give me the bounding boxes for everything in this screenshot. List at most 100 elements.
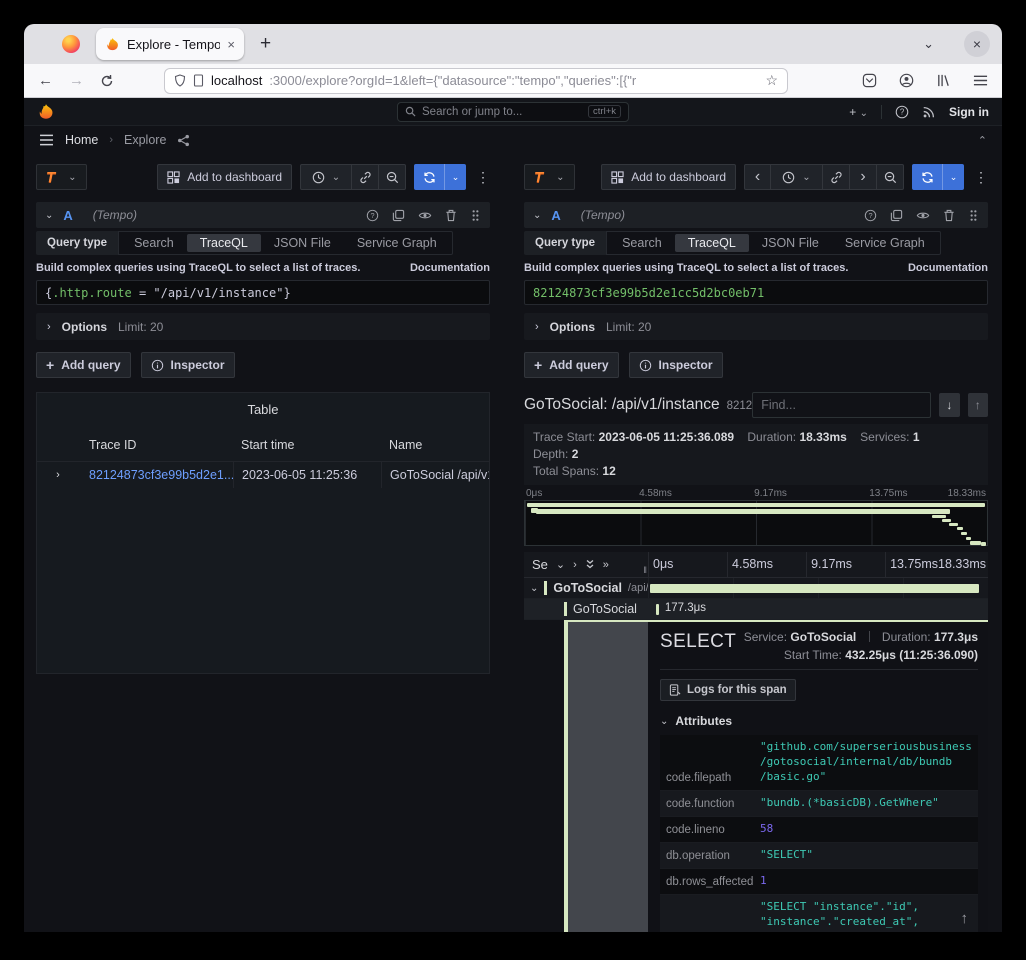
- inspector-button[interactable]: Inspector: [141, 352, 235, 378]
- traceql-query-input[interactable]: 82124873cf3e99b5d2e1cc5d2bc0eb71: [524, 280, 988, 305]
- breadcrumb-home[interactable]: Home: [65, 133, 98, 147]
- span-duration-bar[interactable]: [656, 604, 659, 615]
- column-header-trace-id[interactable]: Trace ID: [89, 438, 233, 452]
- expand-row-icon[interactable]: ›: [56, 469, 60, 481]
- datasource-picker[interactable]: T ⌄: [36, 164, 87, 190]
- trace-minimap[interactable]: [524, 500, 988, 546]
- query-row-header[interactable]: ⌄ A (Tempo) ?: [36, 202, 490, 228]
- news-rss-icon[interactable]: [922, 105, 936, 119]
- table-row[interactable]: › 82124873cf3e99b5d2e1... 2023-06-05 11:…: [37, 461, 489, 488]
- kebab-menu-icon[interactable]: ⋮: [974, 169, 988, 186]
- sign-in-button[interactable]: Sign in: [949, 105, 989, 119]
- account-icon[interactable]: [899, 73, 914, 88]
- tab-close-icon[interactable]: ×: [227, 37, 235, 52]
- time-shift-forward-button[interactable]: ›: [850, 164, 877, 190]
- run-query-dropdown[interactable]: ⌄: [444, 164, 466, 190]
- window-close-button[interactable]: ×: [964, 31, 990, 57]
- tab-json-file[interactable]: JSON File: [261, 234, 344, 252]
- remove-query-trash-icon[interactable]: [943, 209, 955, 222]
- column-header-name[interactable]: Name: [381, 438, 489, 452]
- tab-json-file[interactable]: JSON File: [749, 234, 832, 252]
- find-input[interactable]: [752, 392, 931, 418]
- zoom-out-button[interactable]: [379, 164, 406, 190]
- duplicate-query-icon[interactable]: [890, 209, 903, 222]
- help-icon[interactable]: ?: [895, 105, 909, 119]
- find-next-button[interactable]: ↓: [939, 393, 959, 417]
- mega-menu-icon[interactable]: [39, 134, 54, 146]
- logs-for-span-button[interactable]: Logs for this span: [660, 679, 796, 701]
- column-header-start-time[interactable]: Start time: [233, 438, 381, 452]
- menu-icon[interactable]: [973, 74, 988, 87]
- options-row[interactable]: › Options Limit: 20: [524, 313, 988, 340]
- new-menu-button[interactable]: + ⌄: [849, 105, 868, 119]
- chevron-down-icon[interactable]: ⌄: [556, 558, 565, 571]
- query-row-header[interactable]: ⌄ A (Tempo) ?: [524, 202, 988, 228]
- disable-query-eye-icon[interactable]: [418, 209, 432, 222]
- tab-search[interactable]: Search: [121, 234, 187, 252]
- time-picker-button[interactable]: ⌄: [300, 164, 352, 190]
- trace-id-link[interactable]: 82124873cf3e99b5d2e1...: [89, 462, 233, 488]
- reload-icon[interactable]: [100, 74, 114, 88]
- inspector-button[interactable]: Inspector: [629, 352, 723, 378]
- page-info-icon[interactable]: [193, 74, 204, 87]
- add-to-dashboard-button[interactable]: Add to dashboard: [601, 164, 736, 190]
- documentation-link[interactable]: Documentation: [908, 262, 988, 274]
- disable-query-eye-icon[interactable]: [916, 209, 930, 222]
- expand-all-icon[interactable]: »: [603, 559, 609, 571]
- forward-icon[interactable]: →: [69, 72, 84, 89]
- options-row[interactable]: › Options Limit: 20: [36, 313, 490, 340]
- column-resize-handle[interactable]: ‖: [643, 565, 647, 575]
- attributes-section-header[interactable]: ⌄ Attributes: [660, 714, 978, 728]
- tab-service-graph[interactable]: Service Graph: [832, 234, 938, 252]
- query-help-icon[interactable]: ?: [366, 209, 379, 222]
- attribute-row[interactable]: code.filepath"github.com/superseriousbus…: [660, 735, 978, 791]
- new-tab-button[interactable]: +: [260, 33, 271, 55]
- traceql-query-input[interactable]: {.http.route = "/api/v1/instance"}: [36, 280, 490, 305]
- datasource-picker[interactable]: T ⌄: [524, 164, 575, 190]
- duplicate-query-icon[interactable]: [392, 209, 405, 222]
- query-help-icon[interactable]: ?: [864, 209, 877, 222]
- span-duration-bar[interactable]: [650, 584, 980, 593]
- attribute-row[interactable]: "SELECT "instance"."id", "instance"."cre…: [660, 895, 978, 932]
- span-row-root[interactable]: ⌄ GoToSocial /api/: [524, 578, 988, 599]
- browser-tab[interactable]: Explore - Tempo ×: [96, 28, 244, 60]
- run-query-button[interactable]: ⌄: [912, 164, 964, 190]
- chevron-right-icon[interactable]: ›: [573, 559, 577, 571]
- search-input[interactable]: Search or jump to... ctrl+k: [397, 102, 629, 122]
- link-url-button[interactable]: [823, 164, 850, 190]
- attribute-row[interactable]: code.lineno58: [660, 817, 978, 843]
- tab-service-graph[interactable]: Service Graph: [344, 234, 450, 252]
- zoom-out-button[interactable]: [877, 164, 904, 190]
- attribute-row[interactable]: db.rows_affected1: [660, 869, 978, 895]
- chevron-down-icon[interactable]: ⌄: [530, 583, 538, 594]
- bookmark-star-icon[interactable]: ☆: [765, 72, 778, 89]
- drag-handle-icon[interactable]: [968, 209, 979, 222]
- documentation-link[interactable]: Documentation: [410, 262, 490, 274]
- time-shift-back-button[interactable]: ‹: [744, 164, 771, 190]
- kebab-menu-icon[interactable]: ⋮: [476, 169, 490, 186]
- share-icon[interactable]: [177, 134, 190, 147]
- run-query-button[interactable]: ⌄: [414, 164, 466, 190]
- scroll-to-top-icon[interactable]: ↑: [961, 910, 969, 927]
- list-tabs-icon[interactable]: ⌄: [923, 36, 934, 52]
- find-prev-button[interactable]: ↑: [968, 393, 988, 417]
- attribute-row[interactable]: db.operation"SELECT": [660, 843, 978, 869]
- collapse-all-icon[interactable]: [585, 559, 595, 570]
- library-icon[interactable]: [936, 73, 951, 88]
- collapse-toolbar-icon[interactable]: ⌃: [978, 134, 987, 147]
- add-to-dashboard-button[interactable]: Add to dashboard: [157, 164, 292, 190]
- link-url-button[interactable]: [352, 164, 379, 190]
- pocket-icon[interactable]: [862, 73, 877, 88]
- tab-search[interactable]: Search: [609, 234, 675, 252]
- grafana-logo[interactable]: [37, 103, 55, 121]
- add-query-button[interactable]: + Add query: [524, 352, 619, 378]
- tab-traceql[interactable]: TraceQL: [675, 234, 749, 252]
- drag-handle-icon[interactable]: [470, 209, 481, 222]
- back-icon[interactable]: ←: [38, 72, 53, 89]
- tab-traceql[interactable]: TraceQL: [187, 234, 261, 252]
- time-picker-button[interactable]: ⌄: [771, 164, 823, 190]
- run-query-dropdown[interactable]: ⌄: [942, 164, 964, 190]
- url-bar[interactable]: localhost :3000/explore?orgId=1&left={"d…: [164, 68, 788, 94]
- add-query-button[interactable]: + Add query: [36, 352, 131, 378]
- span-row-selected[interactable]: GoToSocial 177.3μs: [524, 599, 988, 620]
